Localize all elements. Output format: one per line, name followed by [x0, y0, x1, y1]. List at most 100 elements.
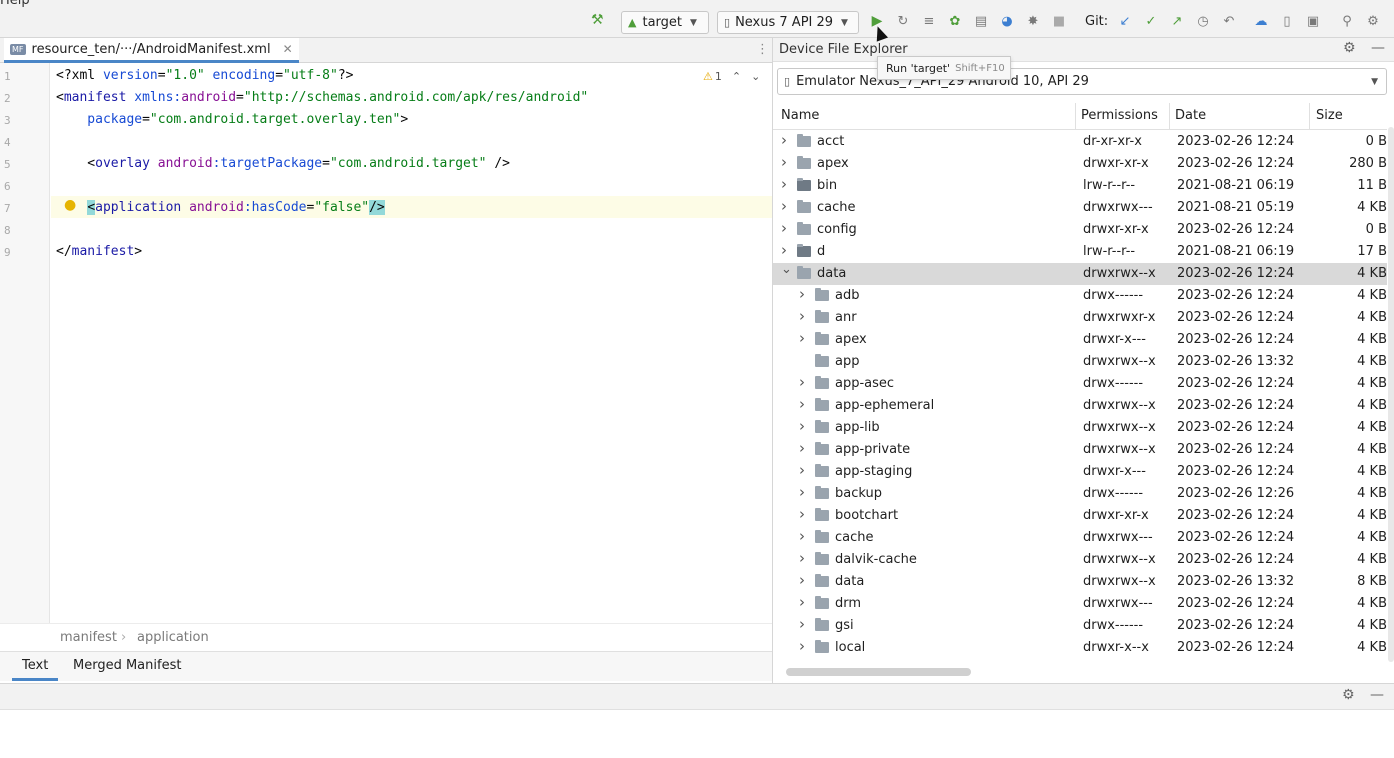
- profile-icon[interactable]: ▤: [972, 12, 990, 30]
- table-row[interactable]: › adb drwx------ 2023-02-26 12:24 4 KB: [773, 285, 1387, 307]
- chevron-right-icon[interactable]: ›: [781, 175, 787, 193]
- table-row[interactable]: › acct dr-xr-xr-x 2023-02-26 12:24 0 B: [773, 131, 1387, 153]
- chevron-right-icon[interactable]: ›: [799, 461, 805, 479]
- table-row[interactable]: › gsi drwx------ 2023-02-26 12:24 4 KB: [773, 615, 1387, 637]
- chevron-right-icon[interactable]: ›: [799, 307, 805, 325]
- menu-help[interactable]: Help: [0, 0, 30, 8]
- git-push-icon[interactable]: ↗: [1168, 12, 1186, 30]
- file-size: 4 KB: [1357, 376, 1387, 391]
- panel-settings-gear-icon[interactable]: ⚙: [1343, 40, 1356, 56]
- chevron-right-icon[interactable]: ›: [799, 285, 805, 303]
- sdk-manager-icon[interactable]: ▣: [1304, 12, 1322, 30]
- table-row[interactable]: › dalvik-cache drwxrwx--x 2023-02-26 12:24 4…: [773, 549, 1387, 571]
- more-tabs-icon[interactable]: ⋮: [756, 42, 769, 57]
- chevron-right-icon[interactable]: ›: [781, 131, 787, 149]
- chevron-right-icon[interactable]: ›: [781, 219, 787, 237]
- table-row[interactable]: app drwxrwx--x 2023-02-26 13:32 4 KB: [773, 351, 1387, 373]
- table-row[interactable]: › data drwxrwx--x 2023-02-26 13:32 8 KB: [773, 571, 1387, 593]
- inspection-widget[interactable]: ⚠ 1 ⌃ ⌄: [703, 70, 760, 83]
- vertical-scrollbar[interactable]: [1388, 127, 1394, 662]
- chevron-right-icon[interactable]: ›: [799, 637, 805, 655]
- bottom-settings-gear-icon[interactable]: ⚙: [1342, 687, 1355, 703]
- folder-icon: [797, 222, 811, 235]
- avd-manager-icon[interactable]: ▯: [1278, 12, 1296, 30]
- folder-icon: [815, 464, 829, 477]
- table-row[interactable]: › cache drwxrwx--- 2023-02-26 12:24 4 KB: [773, 527, 1387, 549]
- table-row[interactable]: › config drwxr-xr-x 2023-02-26 12:24 0 B: [773, 219, 1387, 241]
- file-permissions: lrw-r--r--: [1083, 244, 1136, 259]
- minimize-panel-icon[interactable]: —: [1371, 40, 1385, 56]
- chevron-right-icon[interactable]: ›: [799, 329, 805, 347]
- table-row[interactable]: › apex drwxr-xr-x 2023-02-26 12:24 280 B: [773, 153, 1387, 175]
- attach-debugger-icon[interactable]: ✸: [1024, 12, 1042, 30]
- breadcrumb-application[interactable]: application: [137, 630, 209, 645]
- table-row[interactable]: › app-lib drwxrwx--x 2023-02-26 12:24 4 KB: [773, 417, 1387, 439]
- code-line[interactable]: <application android:hasCode="false"/>: [56, 200, 385, 215]
- table-row[interactable]: › apex drwxr-x--- 2023-02-26 12:24 4 KB: [773, 329, 1387, 351]
- prev-highlight-icon[interactable]: ⌃: [732, 70, 741, 83]
- breadcrumb-manifest[interactable]: manifest: [60, 630, 117, 645]
- chevron-down-icon[interactable]: ⌄: [781, 262, 792, 277]
- minimize-bottom-icon[interactable]: —: [1370, 687, 1384, 703]
- stop-icon[interactable]: ■: [1050, 12, 1068, 30]
- table-row[interactable]: › app-ephemeral drwxrwx--x 2023-02-26 12:24…: [773, 395, 1387, 417]
- table-row[interactable]: › app-private drwxrwx--x 2023-02-26 12:24 4 …: [773, 439, 1387, 461]
- settings-gear-icon[interactable]: ⚙: [1364, 12, 1382, 30]
- column-date[interactable]: Date: [1175, 108, 1206, 123]
- table-row[interactable]: › local drwxr-x--x 2023-02-26 12:24 4 KB: [773, 637, 1387, 659]
- table-row[interactable]: › app-staging drwxr-x--- 2023-02-26 12:24 4 …: [773, 461, 1387, 483]
- tab-text[interactable]: Text: [12, 658, 59, 681]
- chevron-right-icon[interactable]: ›: [799, 593, 805, 611]
- git-commit-icon[interactable]: ✓: [1142, 12, 1160, 30]
- chevron-right-icon[interactable]: ›: [799, 395, 805, 413]
- chevron-right-icon[interactable]: ›: [799, 549, 805, 567]
- chevron-right-icon[interactable]: ›: [799, 483, 805, 501]
- code-line[interactable]: <overlay android:targetPackage="com.andr…: [56, 156, 510, 171]
- table-row[interactable]: › drm drwxrwx--- 2023-02-26 12:24 4 KB: [773, 593, 1387, 615]
- column-name[interactable]: Name: [781, 108, 819, 123]
- table-row[interactable]: › cache drwxrwx--- 2021-08-21 05:19 4 KB: [773, 197, 1387, 219]
- chevron-right-icon[interactable]: ›: [781, 153, 787, 171]
- table-row[interactable]: › anr drwxrwxr-x 2023-02-26 12:24 4 KB: [773, 307, 1387, 329]
- next-highlight-icon[interactable]: ⌄: [751, 70, 760, 83]
- table-row[interactable]: › backup drwx------ 2023-02-26 12:26 4 KB: [773, 483, 1387, 505]
- code-line[interactable]: <manifest xmlns:android="http://schemas.…: [56, 90, 588, 105]
- chevron-right-icon[interactable]: ›: [799, 505, 805, 523]
- table-row[interactable]: › bootchart drwxr-xr-x 2023-02-26 12:24 4 KB: [773, 505, 1387, 527]
- build-hammer-icon[interactable]: ⚒: [591, 9, 604, 31]
- chevron-right-icon[interactable]: ›: [781, 197, 787, 215]
- chevron-right-icon[interactable]: ›: [799, 571, 805, 589]
- horizontal-scrollbar[interactable]: [786, 668, 971, 676]
- tab-merged-manifest[interactable]: Merged Manifest: [73, 658, 181, 673]
- close-tab-icon[interactable]: ✕: [283, 42, 293, 56]
- device-combo[interactable]: ▯ Nexus 7 API 29 ▼: [717, 11, 859, 34]
- device-manager-icon[interactable]: ☁: [1252, 12, 1270, 30]
- debug-icon[interactable]: ✿: [946, 12, 964, 30]
- run-config-combo[interactable]: ▲ target ▼: [621, 11, 709, 34]
- table-row[interactable]: ⌄ data drwxrwx--x 2023-02-26 12:24 4 KB: [773, 262, 1387, 285]
- intention-bulb-icon[interactable]: ●: [64, 197, 76, 213]
- tab-android-manifest[interactable]: MF resource_ten/···/AndroidManifest.xml …: [4, 38, 299, 63]
- column-size[interactable]: Size: [1316, 108, 1343, 123]
- chevron-right-icon[interactable]: ›: [799, 527, 805, 545]
- apply-changes-icon[interactable]: ↻: [894, 12, 912, 30]
- chevron-right-icon[interactable]: ›: [781, 241, 787, 259]
- rollback-icon[interactable]: ↶: [1220, 12, 1238, 30]
- git-update-icon[interactable]: ↙: [1116, 12, 1134, 30]
- table-row[interactable]: › bin lrw-r--r-- 2021-08-21 06:19 11 B: [773, 175, 1387, 197]
- code-line[interactable]: <?xml version="1.0" encoding="utf-8"?>: [56, 68, 353, 83]
- chevron-right-icon[interactable]: ›: [799, 373, 805, 391]
- search-icon[interactable]: ⚲: [1338, 12, 1356, 30]
- profiler-gauge-icon[interactable]: ◕: [998, 12, 1016, 30]
- chevron-right-icon[interactable]: ›: [799, 439, 805, 457]
- table-row[interactable]: › d lrw-r--r-- 2021-08-21 06:19 17 B: [773, 241, 1387, 263]
- code-line[interactable]: package="com.android.target.overlay.ten"…: [56, 112, 408, 127]
- history-icon[interactable]: ◷: [1194, 12, 1212, 30]
- chevron-right-icon[interactable]: ›: [799, 417, 805, 435]
- apply-code-changes-icon[interactable]: ≡: [920, 12, 938, 30]
- device-selector[interactable]: ▯ Emulator Nexus_7_API_29 Android 10, AP…: [777, 68, 1387, 95]
- code-line[interactable]: </manifest>: [56, 244, 142, 259]
- table-row[interactable]: › app-asec drwx------ 2023-02-26 12:24 4 KB: [773, 373, 1387, 395]
- column-permissions[interactable]: Permissions: [1081, 108, 1158, 123]
- chevron-right-icon[interactable]: ›: [799, 615, 805, 633]
